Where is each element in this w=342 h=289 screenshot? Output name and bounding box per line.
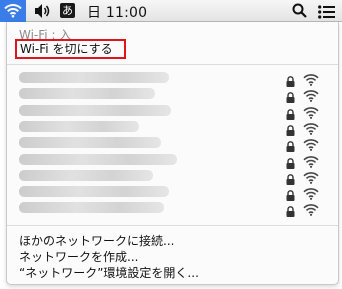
wifi-signal-icon [303, 201, 319, 220]
spotlight-search-icon[interactable] [292, 3, 307, 22]
network-name-redacted [19, 88, 155, 100]
network-row[interactable] [7, 70, 338, 87]
notification-center-icon[interactable] [318, 4, 335, 23]
network-row[interactable] [7, 152, 338, 169]
join-other-network-item[interactable]: ほかのネットワークに接続... [19, 232, 174, 249]
network-name-redacted [19, 186, 169, 198]
create-network-item[interactable]: ネットワークを作成... [19, 248, 138, 265]
network-name-redacted [19, 169, 153, 181]
network-row[interactable] [7, 200, 338, 218]
wifi-menu-icon[interactable] [0, 0, 26, 22]
network-row[interactable] [7, 135, 338, 153]
menu-separator [7, 225, 338, 226]
network-row[interactable] [7, 168, 338, 185]
wifi-dropdown-menu: Wi-Fi : 入 Wi-Fi を切にする ほかのネットワークに接続... ネッ… [6, 22, 339, 285]
network-name-redacted [19, 104, 171, 116]
lock-icon [286, 202, 295, 221]
input-method-icon[interactable]: あ [60, 3, 75, 18]
network-name-redacted [19, 120, 139, 132]
network-name-redacted [19, 202, 164, 214]
menu-bar: あ 日 11:00 [0, 0, 342, 22]
network-row[interactable] [7, 184, 338, 202]
menu-separator [7, 64, 338, 65]
volume-icon[interactable] [34, 3, 52, 23]
network-row[interactable] [7, 119, 338, 136]
network-name-redacted [19, 72, 169, 83]
clock[interactable]: 日 11:00 [87, 2, 147, 22]
network-name-redacted [19, 153, 177, 165]
turn-wifi-off-item[interactable]: Wi-Fi を切にする [15, 39, 126, 59]
network-row[interactable] [7, 103, 338, 120]
open-network-preferences-item[interactable]: “ネットワーク”環境設定を開く... [19, 264, 199, 281]
network-row[interactable] [7, 86, 338, 104]
network-name-redacted [19, 137, 161, 149]
